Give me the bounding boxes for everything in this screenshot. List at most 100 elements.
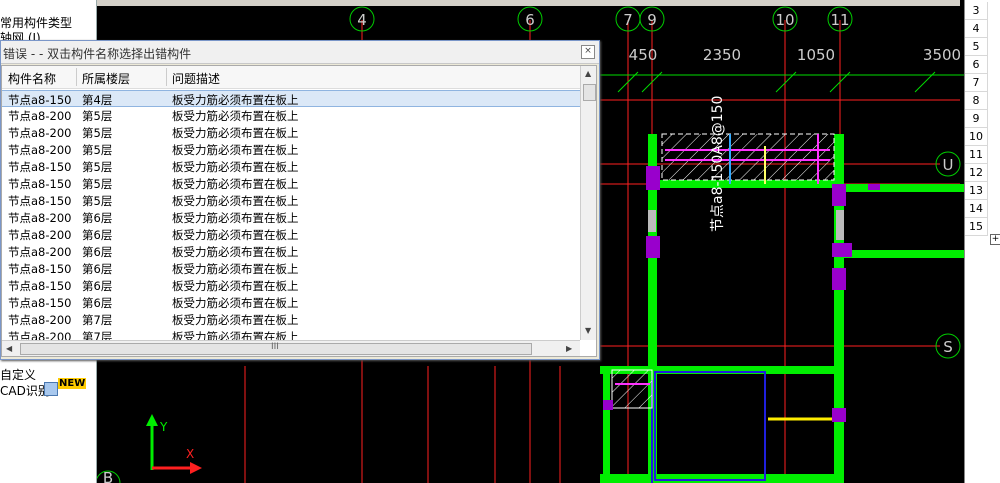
dim-label-450: 450 [629,46,658,64]
column-6 [832,408,846,422]
floor-cell: 第6层 [82,228,113,242]
dim-label-1050: 1050 [797,46,835,64]
table-row[interactable]: 节点a8-150 第5层 板受力筋必须布置在板上 [2,192,580,209]
floor-cell: 第5层 [82,194,113,208]
table-row[interactable]: 节点a8-200 第6层 板受力筋必须布置在板上 [2,243,580,260]
problem-description-cell: 板受力筋必须布置在板上 [172,93,299,107]
axis-label-10: 10 [775,11,794,29]
dialog-title-bar[interactable]: 错误 - - 双击构件名称选择出错构件 × [1,41,599,64]
column-header-floor[interactable]: 所属楼层 [82,70,130,87]
axis-label-11: 11 [830,11,849,29]
scroll-right-icon[interactable]: ▶ [566,344,572,353]
table-row[interactable]: 节点a8-150 第6层 板受力筋必须布置在板上 [2,260,580,277]
error-list: 构件名称 所属楼层 问题描述 节点a8-150 第4层 板受力筋必须布置在板上 节点a… [1,65,597,357]
vertical-scroll-thumb[interactable] [583,84,596,101]
scroll-up-icon[interactable]: ▲ [585,69,591,78]
problem-description-cell: 板受力筋必须布置在板上 [172,228,299,242]
column-8 [868,184,880,190]
component-name-cell: 节点a8-200 [8,211,72,225]
floor-cell: 第5层 [82,160,113,174]
column-1 [646,166,660,190]
column-header-name[interactable]: 构件名称 [8,70,56,87]
horizontal-scrollbar[interactable]: ◀ III ▶ [2,340,580,356]
component-name-cell: 节点a8-200 [8,143,72,157]
vertical-scrollbar[interactable]: ▲ ▼ [580,66,596,340]
dialog-title: 错误 - - 双击构件名称选择出错构件 [3,47,192,61]
problem-description-cell: 板受力筋必须布置在板上 [172,211,299,225]
row-number[interactable]: 14 [965,200,988,218]
table-row[interactable]: 节点a8-150 第5层 板受力筋必须布置在板上 [2,175,580,192]
horizontal-scroll-thumb[interactable]: III [20,342,532,355]
column-2 [646,236,660,258]
component-name-cell: 节点a8-200 [8,245,72,259]
problem-description-cell: 板受力筋必须布置在板上 [172,194,299,208]
ucs-y-label: Y [159,420,168,434]
list-rows: 节点a8-150 第4层 板受力筋必须布置在板上 节点a8-200 第5层 板受力筋必须布… [2,90,580,345]
tree-item-cad-recognition[interactable]: CAD识别 [0,382,50,399]
axis-label-9: 9 [647,11,657,29]
column-3 [832,184,846,206]
table-row[interactable]: 节点a8-150 第4层 板受力筋必须布置在板上 [2,90,580,107]
component-name-cell: 节点a8-200 [8,313,72,327]
row-number[interactable]: 8 [965,92,988,110]
wall-east-2 [844,250,964,258]
row-number[interactable]: 6 [965,56,988,74]
slab-hatch-top[interactable] [661,133,835,181]
table-row[interactable]: 节点a8-150 第5层 板受力筋必须布置在板上 [2,158,580,175]
wall-stub [603,366,610,483]
table-row[interactable]: 节点a8-200 第5层 板受力筋必须布置在板上 [2,107,580,124]
row-number[interactable]: 13 [965,182,988,200]
column-7 [603,400,613,410]
row-number-grid: 3 4 5 6 7 8 9 10 11 12 13 14 15 + [964,0,1000,483]
slab-hatch-small[interactable] [611,369,653,409]
floor-cell: 第6层 [82,245,113,259]
table-row[interactable]: 节点a8-200 第5层 板受力筋必须布置在板上 [2,124,580,141]
table-row[interactable]: 节点a8-200 第7层 板受力筋必须布置在板上 [2,311,580,328]
component-name-cell: 节点a8-150 [8,296,72,310]
row-number[interactable]: 12 [965,164,988,182]
problem-description-cell: 板受力筋必须布置在板上 [172,245,299,259]
column-divider-2[interactable] [166,68,167,86]
table-row[interactable]: 节点a8-200 第6层 板受力筋必须布置在板上 [2,209,580,226]
component-name-cell: 节点a8-200 [8,109,72,123]
scroll-down-icon[interactable]: ▼ [585,326,591,335]
row-number[interactable]: 5 [965,38,988,56]
wall-bottom [600,474,844,483]
table-row[interactable]: 节点a8-200 第5层 板受力筋必须布置在板上 [2,141,580,158]
table-row[interactable]: 节点a8-150 第6层 板受力筋必须布置在板上 [2,277,580,294]
problem-description-cell: 板受力筋必须布置在板上 [172,296,299,310]
component-name-cell: 节点a8-200 [8,228,72,242]
floor-cell: 第6层 [82,262,113,276]
component-name-cell: 节点a8-150 [8,93,72,107]
problem-description-cell: 板受力筋必须布置在板上 [172,143,299,157]
cad-recognition-icon [44,382,58,396]
problem-description-cell: 板受力筋必须布置在板上 [172,262,299,276]
axis-label-7: 7 [623,11,633,29]
column-4 [832,243,852,257]
column-5 [832,268,846,290]
floor-cell: 第5层 [82,126,113,140]
scroll-grip-icon: III [271,342,279,352]
tree-item-custom[interactable]: 自定义 [0,366,36,383]
table-row[interactable]: 节点a8-150 第6层 板受力筋必须布置在板上 [2,294,580,311]
floor-cell: 第6层 [82,279,113,293]
list-header: 构件名称 所属楼层 问题描述 [2,66,580,89]
axis-label-4: 4 [357,11,367,29]
axis-label-6: 6 [525,11,535,29]
scroll-left-icon[interactable]: ◀ [6,344,12,353]
row-number[interactable]: 15 [965,218,988,236]
table-row[interactable]: 节点a8-200 第6层 板受力筋必须布置在板上 [2,226,580,243]
row-number[interactable]: 3 [965,2,988,20]
wall-east-1 [844,184,964,192]
row-number[interactable]: 11 [965,146,988,164]
close-icon[interactable]: × [581,45,595,59]
column-divider-1[interactable] [76,68,77,86]
row-number[interactable]: 7 [965,74,988,92]
rebar-annotation: 节点a8-150A8@150 [710,96,726,232]
row-number[interactable]: 4 [965,20,988,38]
row-number[interactable]: 9 [965,110,988,128]
expand-icon[interactable]: + [990,234,1000,245]
row-number[interactable]: 10 [965,128,988,146]
floor-cell: 第5层 [82,177,113,191]
column-header-desc[interactable]: 问题描述 [172,70,220,87]
